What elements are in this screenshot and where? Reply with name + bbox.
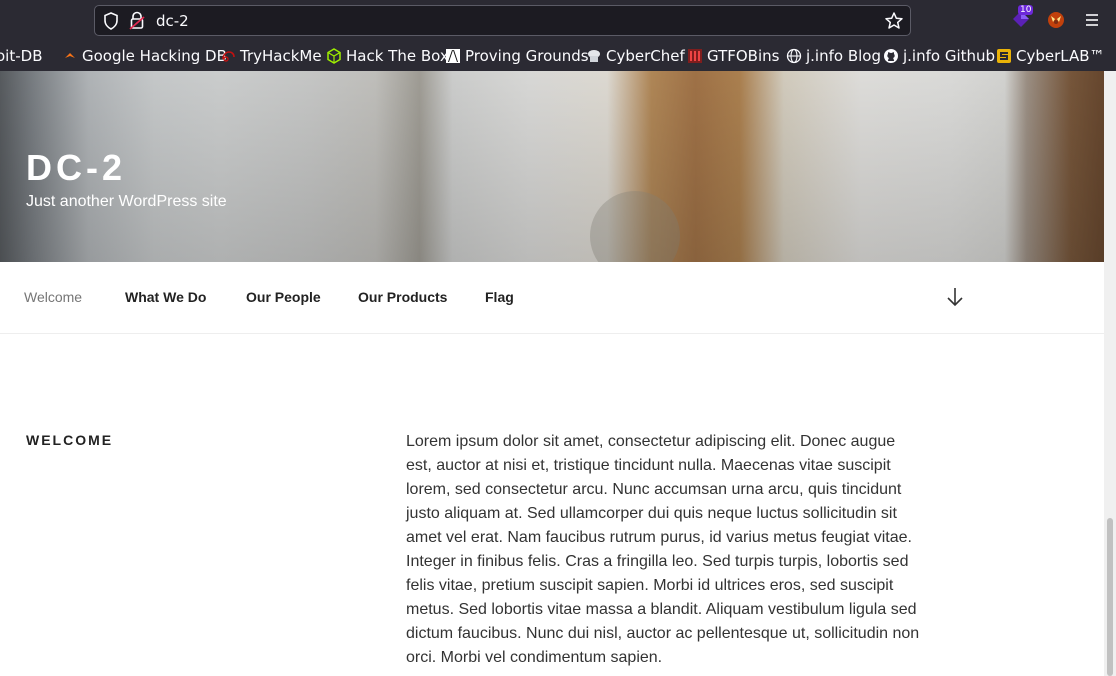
extension-icon[interactable]: 10: [1010, 5, 1034, 35]
ghdb-icon: [62, 48, 78, 64]
bookmark-label: TryHackMe: [240, 47, 322, 65]
bookmark-gtfobins[interactable]: GTFOBins: [687, 43, 779, 69]
fox-extension-icon[interactable]: [1046, 10, 1066, 35]
bookmark-label: Hack The Box: [346, 47, 449, 65]
bookmark-label: CyberChef: [606, 47, 685, 65]
url-text[interactable]: dc-2: [156, 12, 189, 30]
browser-toolbar: dc-2 10 oit-DB Google Hacking DB TryHack…: [0, 0, 1116, 71]
bookmark-star-icon[interactable]: [884, 11, 904, 36]
nav-item-our-people[interactable]: Our People: [246, 289, 321, 305]
site-description: Just another WordPress site: [26, 193, 227, 210]
section-title: Welcome: [26, 432, 114, 448]
extension-badge: 10: [1018, 5, 1034, 15]
nav-item-flag[interactable]: Flag: [485, 289, 514, 305]
github-icon: [883, 48, 899, 64]
bookmark-label: j.info Github: [903, 47, 996, 65]
address-bar[interactable]: dc-2: [94, 5, 911, 36]
arrow-down-icon[interactable]: [945, 286, 965, 313]
hamburger-menu-icon[interactable]: [1083, 11, 1101, 34]
globe-icon: [786, 48, 802, 64]
bookmark-hack-the-box[interactable]: Hack The Box: [326, 43, 449, 69]
entry-content: Lorem ipsum dolor sit amet, consectetur …: [406, 433, 920, 666]
nav-item-our-products[interactable]: Our Products: [358, 289, 447, 305]
bookmark-label: j.info Blog: [806, 47, 881, 65]
gtfobins-icon: [687, 48, 703, 64]
bookmark-exploit-db[interactable]: oit-DB: [0, 43, 42, 69]
site-title[interactable]: DC-2: [26, 147, 126, 189]
cyberchef-icon: [586, 48, 602, 64]
bookmark-google-hacking-db[interactable]: Google Hacking DB: [62, 43, 227, 69]
bookmark-proving-grounds[interactable]: Proving Grounds: [445, 43, 589, 69]
scrollbar-thumb[interactable]: [1107, 518, 1113, 676]
main-navigation: Welcome What We Do Our People Our Produc…: [0, 262, 1104, 334]
bookmark-label: Google Hacking DB: [82, 47, 227, 65]
bookmark-label: GTFOBins: [707, 47, 780, 65]
nav-item-what-we-do[interactable]: What We Do: [125, 289, 206, 305]
bookmark-tryhackme[interactable]: TryHackMe: [220, 43, 322, 69]
bookmark-cyberchef[interactable]: CyberChef: [586, 43, 685, 69]
web-page: DC-2 Just another WordPress site Welcome…: [0, 71, 1104, 676]
insecure-lock-icon[interactable]: [129, 11, 145, 36]
proving-grounds-icon: [445, 48, 461, 64]
tryhackme-icon: [220, 48, 236, 64]
bookmark-jinfo-github[interactable]: j.info Github: [883, 43, 995, 69]
bookmark-label: CyberLAB™: [1016, 47, 1105, 65]
header-image: DC-2 Just another WordPress site: [0, 71, 1104, 262]
cyberlab-icon: [996, 48, 1012, 64]
bookmark-label: Proving Grounds: [465, 47, 589, 65]
hackthebox-icon: [326, 48, 342, 64]
bookmark-label: oit-DB: [0, 47, 43, 65]
page-scrollbar[interactable]: [1104, 71, 1116, 676]
nav-item-welcome[interactable]: Welcome: [24, 289, 82, 305]
bookmark-cyberlab[interactable]: CyberLAB™: [996, 43, 1105, 69]
bookmark-jinfo-blog[interactable]: j.info Blog: [786, 43, 881, 69]
shield-icon[interactable]: [103, 12, 119, 35]
